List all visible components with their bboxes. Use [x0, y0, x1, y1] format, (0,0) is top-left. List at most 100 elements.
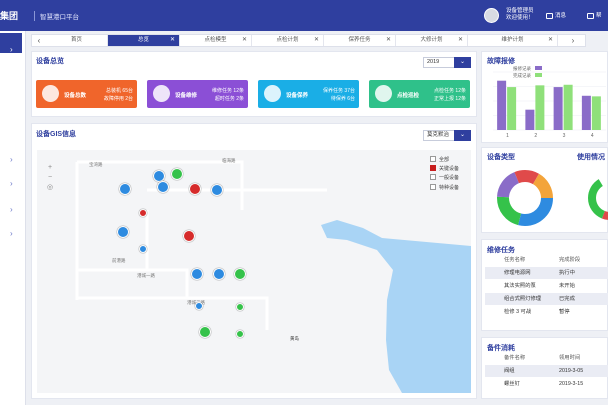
bar-completed [591, 96, 601, 130]
tab-scroll-left-icon[interactable]: ‹ [34, 35, 44, 46]
device-marker[interactable] [191, 268, 203, 280]
device-marker[interactable] [117, 226, 129, 238]
bar-repair [497, 80, 507, 130]
card-title: 点检巡检 [397, 93, 420, 99]
tab-inspection-model[interactable]: 点检模型 ✕ [180, 35, 252, 46]
device-marker[interactable] [211, 184, 223, 196]
table-header: 任务名称 完成阶段 [485, 254, 608, 266]
table-row[interactable]: 其法实照的泵 未开始 [485, 280, 608, 292]
table-row[interactable]: 组合式照灯修理 已完成 [485, 293, 608, 305]
close-icon[interactable]: ✕ [314, 35, 319, 46]
device-marker[interactable] [236, 330, 244, 338]
checkbox[interactable] [430, 174, 436, 181]
legend-general[interactable]: 一般设备 [430, 174, 459, 183]
device-marker[interactable] [234, 268, 246, 280]
area-value: 莫克默治 [427, 132, 450, 138]
device-marker[interactable] [171, 168, 183, 180]
tab-overview[interactable]: 总览 ✕ [108, 35, 180, 46]
device-marker[interactable] [119, 183, 131, 195]
chevron-right-icon[interactable]: › [10, 155, 13, 164]
chevron-down-icon[interactable]: ⌄ [454, 130, 471, 141]
part-date: 2019-3-05 [559, 368, 584, 374]
road-label: 临海路 [222, 158, 236, 163]
part-date: 2019-3-15 [559, 381, 584, 387]
card-device-total[interactable]: 设备总数 总装机 65台 故障停用 2台 [36, 80, 137, 108]
bar-repair [553, 87, 563, 130]
tab-label: 保养任务 [348, 37, 371, 43]
device-marker[interactable] [183, 230, 195, 242]
device-marker[interactable] [195, 302, 203, 310]
chevron-right-icon[interactable]: › [10, 179, 13, 188]
tab-overhaul-plan[interactable]: 大修计划 ✕ [396, 35, 468, 46]
year-select[interactable]: 2019 ⌄ [423, 57, 471, 68]
device-marker[interactable] [199, 326, 211, 338]
tab-home[interactable]: 首页 [46, 35, 108, 46]
close-icon[interactable]: ✕ [242, 35, 247, 46]
map-canvas [75, 160, 471, 393]
close-icon[interactable]: ✕ [458, 35, 463, 46]
messages-button[interactable]: 消息 [546, 11, 566, 19]
donut-hole [515, 188, 535, 208]
place-label: 黄岛 [290, 336, 299, 341]
column-header: 领用时间 [559, 355, 581, 361]
user-info[interactable]: 设备管理员 欢迎使用！ [506, 8, 534, 22]
table-row[interactable]: 检修 3 可战 暂停 [485, 306, 608, 318]
tab-maintenance-task[interactable]: 保养任务 ✕ [324, 35, 396, 46]
chevron-right-icon[interactable]: › [10, 205, 13, 214]
fault-chart: 报修记录完成记录 1 2 3 4 [493, 65, 606, 139]
tab-label: 点检计划 [276, 37, 299, 43]
legend-swatch [535, 73, 542, 77]
checkbox[interactable] [430, 156, 436, 162]
chevron-right-icon[interactable]: › [10, 45, 13, 54]
device-marker[interactable] [213, 268, 225, 280]
tab-upkeep-plan[interactable]: 维护计划 ✕ [468, 35, 558, 46]
gis-map[interactable]: 宝湾路 临海路 前港路 港城一路 港城二路 黄岛 [37, 150, 471, 393]
tab-label: 首页 [70, 37, 82, 43]
device-type-donut [497, 170, 553, 226]
locate-icon[interactable]: ◎ [45, 183, 55, 193]
chevron-right-icon[interactable]: › [10, 229, 13, 238]
card-device-repair[interactable]: 设备维修 维修任务 12条 超时任务 2条 [147, 80, 248, 108]
card-device-upkeep[interactable]: 设备保养 保养任务 37台 待保养 6台 [258, 80, 359, 108]
help-button[interactable]: 帮 [587, 11, 602, 19]
help-icon [587, 12, 594, 19]
tab-inspection-plan[interactable]: 点检计划 ✕ [252, 35, 324, 46]
road-label: 港城一路 [137, 273, 155, 278]
checkbox[interactable] [430, 165, 436, 172]
legend-key[interactable]: 关键设备 [430, 165, 459, 174]
area-select[interactable]: 莫克默治 ⌄ [423, 130, 471, 141]
tab-scroll-right-icon[interactable]: › [568, 35, 578, 46]
legend-special[interactable]: 特种设备 [430, 183, 459, 193]
table-row[interactable]: 螺丝钉 2019-3-15 [485, 378, 608, 390]
device-marker[interactable] [157, 181, 169, 193]
overview-title: 设备总览 [36, 58, 64, 65]
close-icon[interactable]: ✕ [386, 35, 391, 46]
map-zoom-controls: + − ◎ [45, 163, 55, 193]
chevron-down-icon[interactable]: ⌄ [454, 57, 471, 68]
checkbox[interactable] [430, 183, 436, 190]
device-marker[interactable] [139, 245, 147, 253]
close-icon[interactable]: ✕ [548, 35, 553, 46]
zoom-out-icon[interactable]: − [45, 173, 55, 183]
table-row[interactable]: 修理电源网 执行中 [485, 267, 608, 279]
map-legend: 全部 关键设备 一般设备 特种设备 [430, 156, 459, 193]
table-header: 备件名称 领用时间 [485, 352, 608, 364]
card-inspection[interactable]: 点检巡检 点检任务 12条 正常上报 12条 [369, 80, 470, 108]
road-label: 宝湾路 [89, 162, 103, 167]
card-stat: 点检任务 12条 [434, 88, 466, 94]
year-value: 2019 [427, 59, 440, 65]
card-stat: 超时任务 2条 [214, 96, 244, 102]
device-marker[interactable] [236, 303, 244, 311]
top-bar: 集团 智慧港口平台 设备管理员 欢迎使用！ 消息 帮 [0, 0, 608, 31]
road-label: 前港路 [112, 258, 126, 263]
device-marker[interactable] [189, 183, 201, 195]
tab-label: 点检模型 [204, 37, 227, 43]
device-marker[interactable] [139, 209, 147, 217]
close-icon[interactable]: ✕ [170, 35, 175, 46]
avatar[interactable] [484, 8, 499, 23]
table-row[interactable]: 阀组 2019-3-05 [485, 365, 608, 377]
zoom-in-icon[interactable]: + [45, 163, 55, 173]
tab-label: 大修计划 [420, 37, 443, 43]
legend-all[interactable]: 全部 [430, 156, 459, 165]
welcome-text: 欢迎使用！ [506, 15, 534, 21]
